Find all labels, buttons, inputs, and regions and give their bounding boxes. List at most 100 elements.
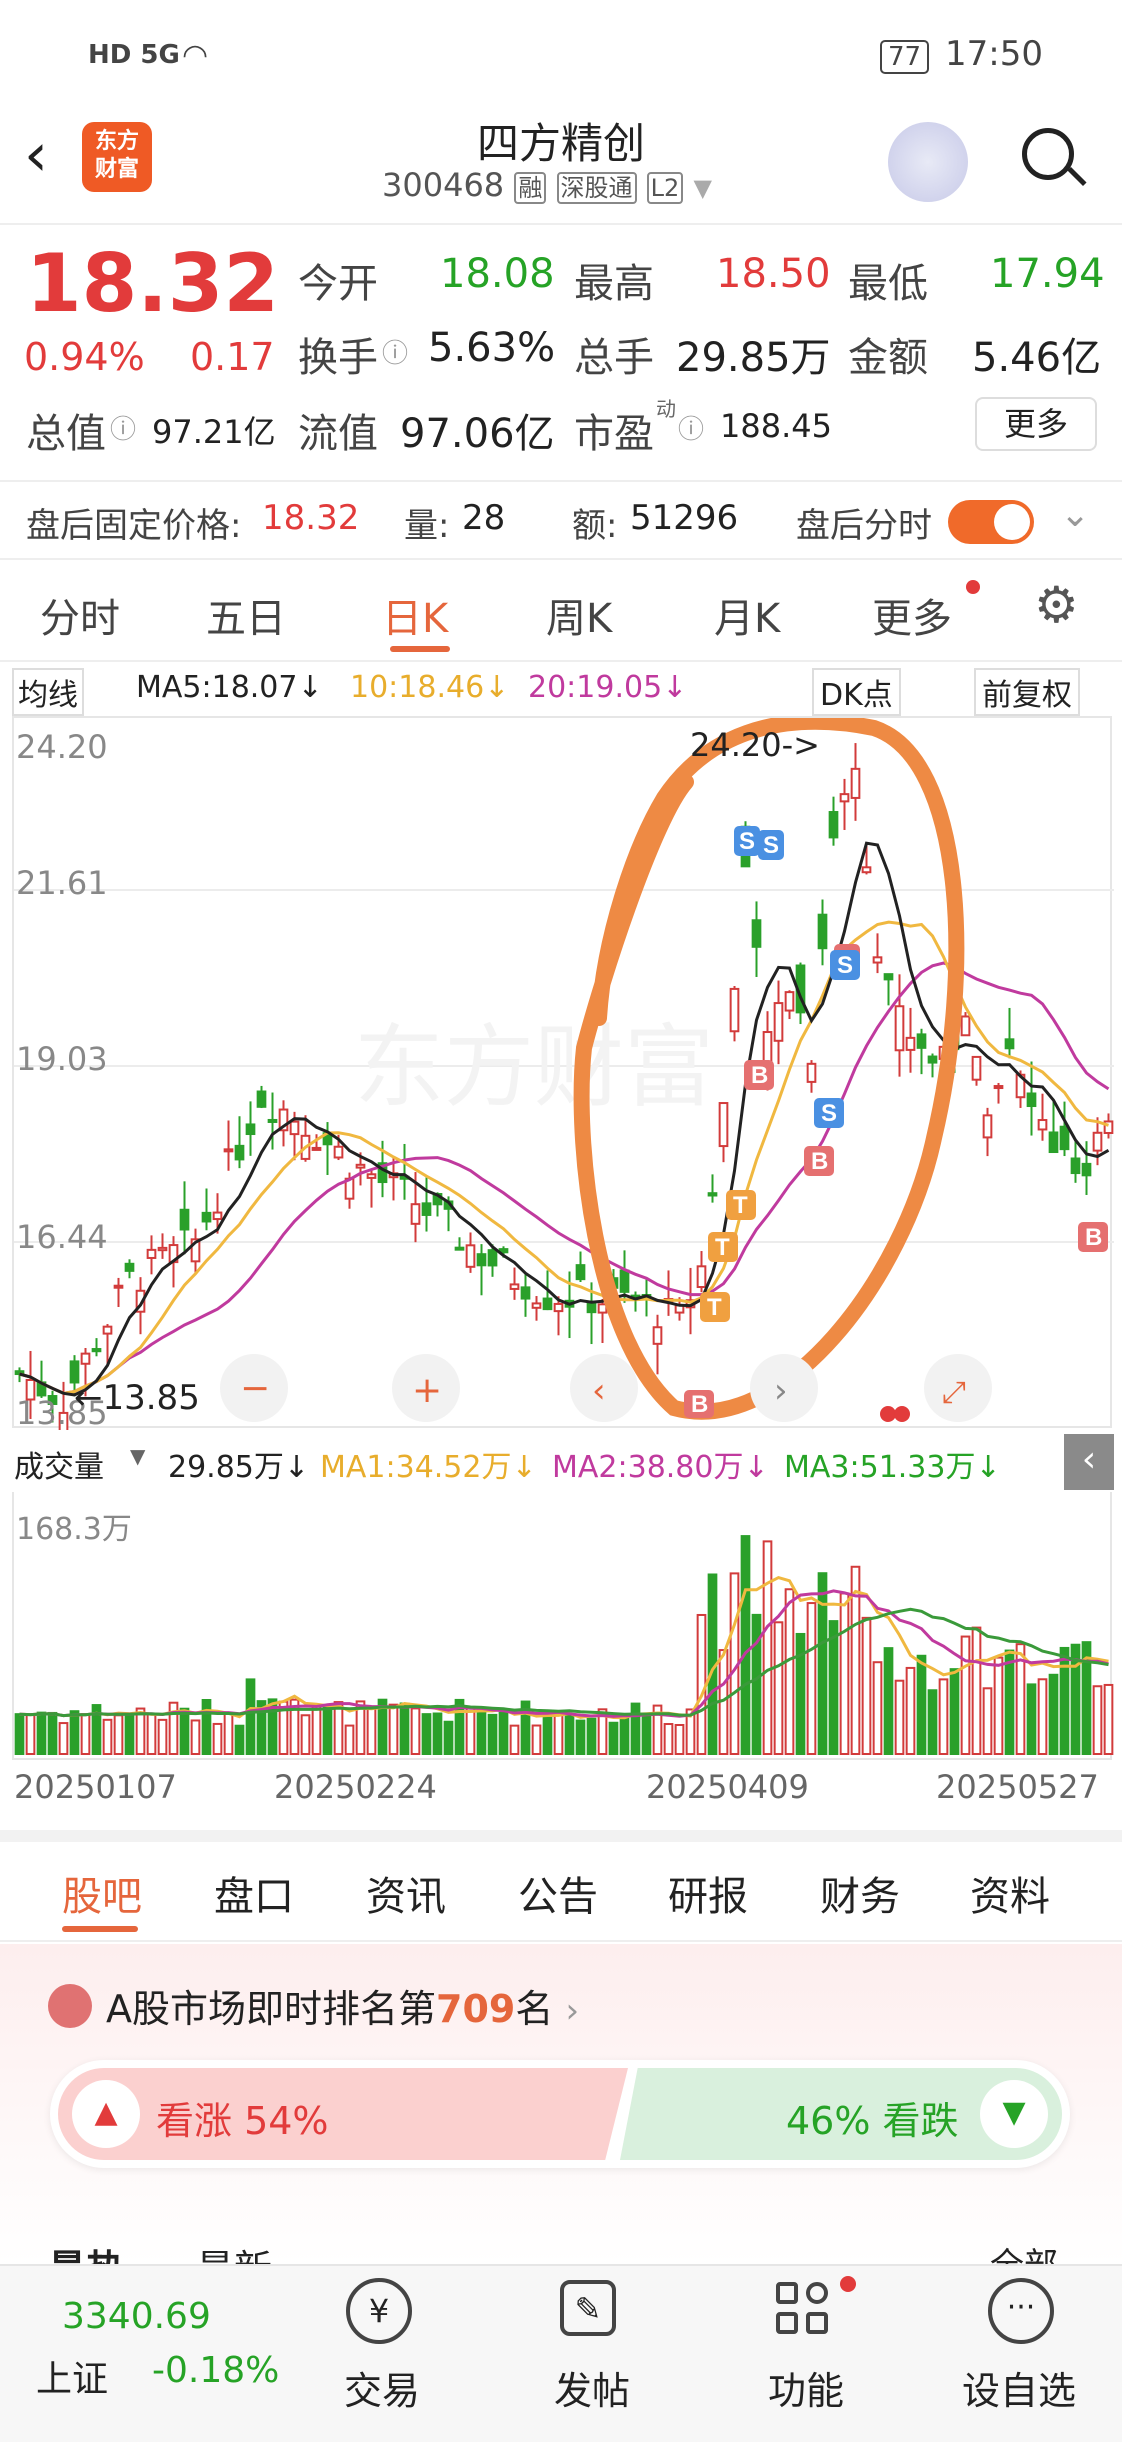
ranking-prefix: A股市场即时排名第 [106, 1987, 436, 2031]
info-icon[interactable]: ⓘ [678, 409, 704, 446]
tab-gonggao[interactable]: 公告 [518, 1864, 598, 1922]
more-dots-icon[interactable]: ··· [988, 2278, 1054, 2344]
svg-text:−: − [240, 1368, 270, 1409]
settings-gear-icon[interactable]: ⚙ [1034, 576, 1079, 634]
svg-text:T: T [715, 1234, 730, 1261]
vote-down-label: 46% 看跌 [786, 2099, 959, 2143]
nav-trade[interactable]: 交易 [344, 2360, 420, 2415]
y-tick-19.03: 19.03 [16, 1040, 108, 1078]
stock-code-line[interactable]: 300468 融 深股通 L2 ▼ [382, 166, 712, 204]
tab-ziliao[interactable]: 资料 [970, 1864, 1050, 1922]
ma10-label: 10:18.46↓ [350, 670, 510, 705]
collapse-arrow-icon[interactable]: ‹ [1064, 1434, 1114, 1490]
kline-chart[interactable]: 东方财富 S S B S B S B T T T B B − + ‹ › ⤢ 2… [12, 716, 1114, 1432]
vol-ma1: MA1:34.52万↓ [320, 1450, 537, 1485]
dk-point-button[interactable]: DK点 [812, 668, 901, 716]
post-icon[interactable]: ✎ [560, 2280, 616, 2336]
after-hours-toggle[interactable] [948, 500, 1034, 544]
after-price-label: 盘后固定价格: [26, 506, 242, 546]
svg-text:S: S [837, 952, 853, 979]
wifi-icon: ◠ [182, 38, 209, 73]
stock-code: 300468 [382, 166, 505, 204]
battery-icon: 77 [880, 40, 930, 74]
pe-value: 188.45 [720, 407, 832, 445]
float-cap-value: 97.06亿 [400, 411, 555, 457]
volume-value: 29.85万 [676, 335, 831, 381]
date-label: 20250409 [646, 1768, 809, 1806]
quote-panel: 18.32 0.94% 0.17 今开 18.08 最高 18.50 最低 17… [0, 225, 1122, 475]
clock: 17:50 [945, 34, 1043, 74]
robot-avatar-icon[interactable] [888, 122, 968, 202]
function-grid-icon[interactable] [776, 2282, 832, 2338]
index-change: -0.18% [152, 2350, 280, 2391]
vote-up-icon[interactable]: ▲ [72, 2080, 140, 2148]
nav-add-favorite[interactable]: 设自选 [962, 2360, 1076, 2415]
tag-l2: L2 [646, 172, 684, 204]
kline-svg: 东方财富 S S B S B S B T T T B B − + ‹ › ⤢ [14, 718, 1114, 1430]
tab-zixun[interactable]: 资讯 [366, 1864, 446, 1922]
tag-sgt: 深股通 [556, 172, 637, 204]
tab-caiwu[interactable]: 财务 [820, 1864, 900, 1922]
ma-selector[interactable]: 均线 [12, 668, 84, 716]
mktcap-value: 97.21亿 [152, 413, 276, 451]
tab-pankou[interactable]: 盘口 [214, 1864, 294, 1922]
svg-text:⤢: ⤢ [942, 1375, 966, 1410]
tab-fenshi[interactable]: 分时 [40, 586, 120, 644]
svg-text:‹: ‹ [592, 1371, 606, 1411]
fuquan-button[interactable]: 前复权 [974, 668, 1080, 716]
sub-tab-hot[interactable]: 最热 [48, 2238, 124, 2264]
after-hours-row: 盘后固定价格: 18.32 量: 28 额: 51296 盘后分时 ⌄ [0, 480, 1122, 560]
after-vol-value: 28 [462, 498, 506, 538]
info-icon[interactable]: ⓘ [382, 333, 408, 370]
sub-tab-all[interactable]: 全部 [990, 2238, 1058, 2264]
index-value[interactable]: 3340.69 [62, 2296, 211, 2337]
sub-tab-new[interactable]: 最新 [196, 2238, 272, 2264]
tab-month-k[interactable]: 月K [714, 586, 780, 644]
nav-post[interactable]: 发帖 [554, 2360, 630, 2415]
search-icon[interactable] [1022, 128, 1074, 180]
turnover-value: 5.63% [428, 325, 556, 371]
open-label: 今开 [298, 261, 378, 307]
tab-week-k[interactable]: 周K [546, 586, 612, 644]
more-button[interactable]: 更多 [975, 397, 1097, 451]
low-marker: ←13.85 [74, 1378, 200, 1418]
stock-header: ‹ 东方 财富 四方精创 300468 融 深股通 L2 ▼ [0, 100, 1122, 225]
amount-label: 金额 [848, 335, 928, 381]
vol-ma2: MA2:38.80万↓ [552, 1450, 769, 1485]
after-price-value: 18.32 [262, 498, 360, 538]
tab-yanbao[interactable]: 研报 [668, 1864, 748, 1922]
vote-down-icon[interactable]: ▼ [980, 2080, 1048, 2148]
svg-text:B: B [1085, 1224, 1102, 1251]
after-amt-value: 51296 [630, 498, 739, 538]
vote-up-fill[interactable] [58, 2068, 628, 2160]
ma-bar: 均线 MA5:18.07↓ 10:18.46↓ 20:19.05↓ DK点 前复… [0, 664, 1122, 716]
nav-function[interactable]: 功能 [768, 2360, 844, 2415]
info-icon[interactable]: ⓘ [110, 409, 136, 446]
after-vol-label: 量: [404, 506, 450, 546]
ranking-number: 709 [436, 1987, 516, 2031]
volume-selector[interactable]: 成交量 [14, 1442, 104, 1486]
red-dot-badge [840, 2276, 856, 2292]
ranking-text[interactable]: A股市场即时排名第709名 › [106, 1978, 579, 2033]
open-value: 18.08 [440, 251, 555, 297]
trade-icon[interactable]: ¥ [346, 2278, 412, 2344]
ma5-label: MA5:18.07↓ [136, 670, 323, 705]
high-value: 18.50 [716, 251, 831, 297]
chevron-down-icon: ▼ [130, 1444, 146, 1468]
bottom-nav: 3340.69 上证 -0.18% ¥ 交易 ✎ 发帖 功能 ··· 设自选 [0, 2264, 1122, 2442]
amount-value: 5.46亿 [972, 335, 1102, 381]
volume-svg [14, 1535, 1114, 1756]
chevron-down-icon[interactable]: ⌄ [1060, 494, 1090, 535]
tab-five-day[interactable]: 五日 [206, 586, 286, 644]
abs-change: 0.17 [190, 335, 275, 379]
divider [0, 1830, 1122, 1842]
vol-ma3: MA3:51.33万↓ [784, 1450, 1001, 1485]
tab-guba[interactable]: 股吧 [62, 1864, 142, 1922]
high-marker: 24.20-> [690, 726, 820, 764]
svg-text:T: T [733, 1192, 748, 1219]
pe-label: 市盈 [574, 411, 654, 457]
volume-today: 29.85万↓ [168, 1450, 310, 1485]
vote-bar: ▲ 看涨 54% 46% 看跌 ▼ [50, 2060, 1070, 2168]
tab-more[interactable]: 更多 [872, 586, 952, 644]
tab-day-k[interactable]: 日K [382, 586, 448, 644]
